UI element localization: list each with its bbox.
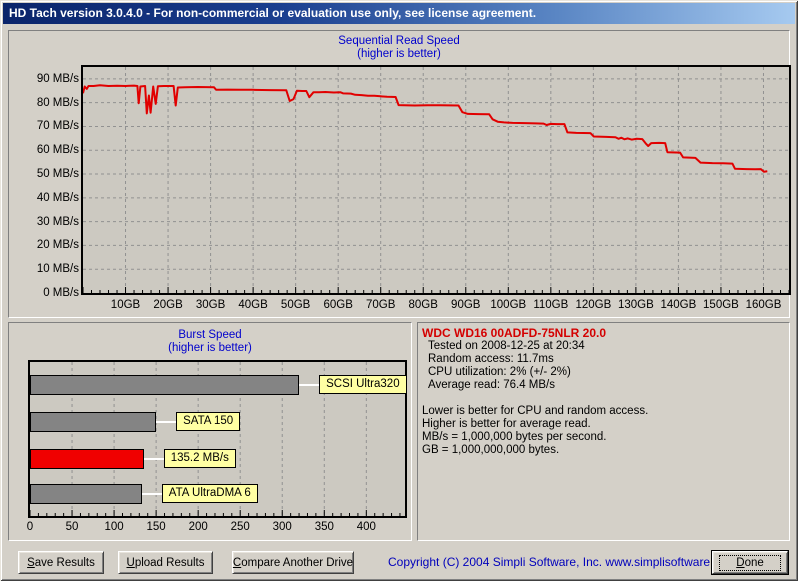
burst-x-axis-label: 150 xyxy=(146,521,166,533)
seq-chart-title: Sequential Read Speed xyxy=(338,35,460,47)
sequential-read-panel: Sequential Read Speed (higher is better)… xyxy=(8,30,791,318)
bar-callout-line xyxy=(156,421,177,423)
burst-x-axis-label: 50 xyxy=(65,521,79,533)
seq-y-axis-label: 20 MB/s xyxy=(36,239,79,252)
seq-y-axis-label: 90 MB/s xyxy=(36,72,79,85)
burst-x-axis-label: 0 xyxy=(26,521,34,533)
seq-y-axis-label: 70 MB/s xyxy=(36,120,79,133)
bar-callout-label: ATA UltraDMA 6 xyxy=(161,484,258,503)
note-mbs-def: MB/s = 1,000,000 bytes per second. xyxy=(422,431,607,443)
burst-chart-title: Burst Speed xyxy=(178,329,242,341)
burst-speed-panel: Burst Speed (higher is better) SCSI Ultr… xyxy=(8,322,412,541)
sequential-read-line-chart xyxy=(82,67,790,293)
burst-x-axis-label: 100 xyxy=(104,521,124,533)
bar-callout-line xyxy=(143,458,164,460)
seq-chart-subtitle: (higher is better) xyxy=(357,48,441,60)
bar-callout-label: SATA 150 xyxy=(176,412,241,431)
upload-results-button[interactable]: Upload Results xyxy=(118,551,213,574)
drive-info-panel: WDC WD16 00ADFD-75NLR 20.0 Tested on 200… xyxy=(417,322,790,541)
seq-x-axis-label: 160GB xyxy=(745,299,782,311)
hd-tach-window: HD Tach version 3.0.4.0 - For non-commer… xyxy=(0,0,798,581)
seq-y-axis-label: 50 MB/s xyxy=(36,168,79,181)
stat-average-read: Average read: 76.4 MB/s xyxy=(428,379,555,391)
burst-bar-4 xyxy=(30,484,142,504)
seq-y-axis-label: 10 MB/s xyxy=(36,263,79,276)
read-speed-line xyxy=(82,84,768,173)
window-title: HD Tach version 3.0.4.0 - For non-commer… xyxy=(9,6,537,20)
stat-tested-on: Tested on 2008-12-25 at 20:34 xyxy=(428,340,585,352)
compare-another-drive-label: Compare Another Drive xyxy=(232,556,354,569)
stat-random-access: Random access: 11.7ms xyxy=(428,353,554,365)
drive-name: WDC WD16 00ADFD-75NLR 20.0 xyxy=(422,326,607,340)
notes-block: Lower is better for CPU and random acces… xyxy=(422,405,785,457)
bar-callout-line xyxy=(299,384,320,386)
seq-y-axis-label: 60 MB/s xyxy=(36,144,79,157)
seq-y-axis-label: 30 MB/s xyxy=(36,215,79,228)
compare-another-drive-button[interactable]: Compare Another Drive xyxy=(232,551,354,574)
burst-x-axis-label: 300 xyxy=(272,521,292,533)
burst-x-axis-label: 250 xyxy=(230,521,250,533)
burst-bar-3 xyxy=(30,449,144,469)
save-results-button[interactable]: Save Results xyxy=(18,551,104,574)
title-bar[interactable]: HD Tach version 3.0.4.0 - For non-commer… xyxy=(3,3,795,24)
seq-y-axis-label: 0 MB/s xyxy=(43,287,79,299)
burst-x-axis-label: 200 xyxy=(188,521,208,533)
burst-x-axis-label: 400 xyxy=(356,521,376,533)
note-lower-better: Lower is better for CPU and random acces… xyxy=(422,405,649,417)
seq-y-axis-label: 80 MB/s xyxy=(36,96,79,109)
upload-results-label: Upload Results xyxy=(126,556,205,569)
burst-bar-2 xyxy=(30,412,157,432)
burst-bar-1 xyxy=(30,375,300,395)
done-label: Done xyxy=(719,554,781,571)
bar-callout-label: 135.2 MB/s xyxy=(163,449,236,468)
save-results-label: Save Results xyxy=(27,556,95,569)
done-button[interactable]: Done xyxy=(711,550,789,575)
burst-chart-subtitle: (higher is better) xyxy=(168,342,252,354)
seq-y-axis-label: 40 MB/s xyxy=(36,191,79,204)
note-gb-def: GB = 1,000,000,000 bytes. xyxy=(422,444,560,456)
bar-callout-label: SCSI Ultra320 xyxy=(319,375,407,394)
burst-speed-plot: SCSI Ultra320 SATA 150 135.2 MB/s ATA Ultra… xyxy=(28,360,407,518)
note-higher-better: Higher is better for average read. xyxy=(422,418,591,430)
burst-x-axis-label: 350 xyxy=(314,521,334,533)
bar-callout-line xyxy=(141,493,162,495)
copyright-text: Copyright (C) 2004 Simpli Software, Inc.… xyxy=(388,555,737,569)
done-button-face: Done xyxy=(712,551,788,574)
stat-cpu-utilization: CPU utilization: 2% (+/- 2%) xyxy=(428,366,571,378)
sequential-read-plot xyxy=(81,65,791,295)
